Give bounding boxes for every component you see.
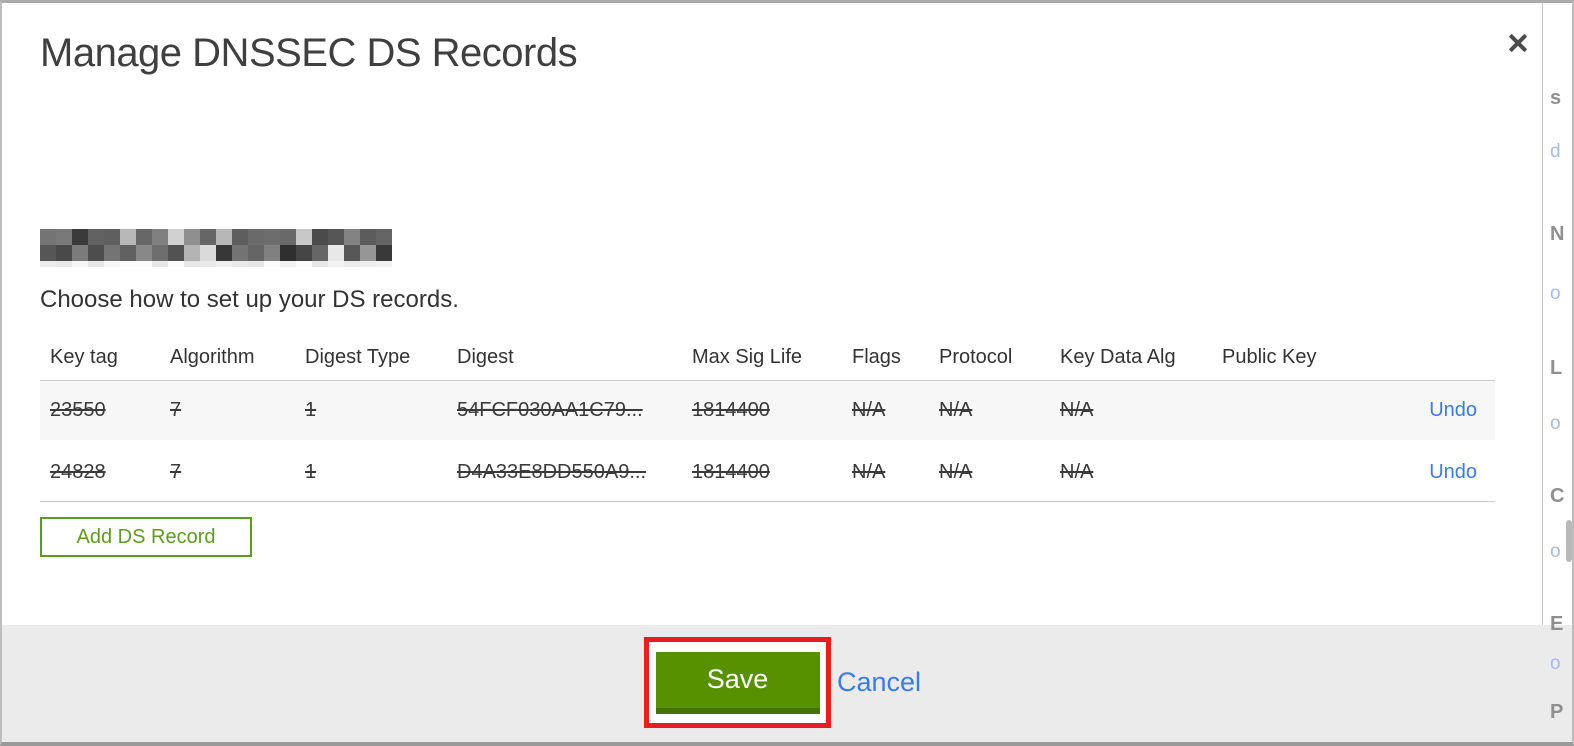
- background-edge-letter: N: [1550, 223, 1565, 245]
- undo-link[interactable]: Undo: [1429, 399, 1477, 421]
- cell-digest-type: 1: [305, 461, 317, 483]
- background-edge-letter: o: [1550, 283, 1561, 304]
- background-edge-letter: L: [1550, 357, 1563, 379]
- cell-algorithm: 7: [170, 399, 182, 421]
- background-page-strip: sdNoLoCoEoP: [1543, 3, 1572, 742]
- col-header-public-key: Public Key: [1222, 345, 1317, 368]
- background-edge-letter: o: [1550, 653, 1561, 674]
- cell-key-tag: 24828: [50, 461, 106, 483]
- col-header-key-tag: Key tag: [50, 345, 118, 368]
- dnssec-modal: Manage DNSSEC DS Records Choose how to s…: [0, 0, 1574, 746]
- redacted-domain-name: [40, 229, 392, 267]
- cell-digest: D4A33E8DD550A9...: [457, 461, 647, 483]
- background-edge-letter: s: [1550, 87, 1562, 109]
- red-highlight-annotation: Save: [644, 637, 831, 728]
- table-row: 23550 7 1 54FCF030AA1C79... 1814400 N/A …: [40, 381, 1495, 440]
- cell-protocol: N/A: [939, 461, 973, 483]
- instruction-text: Choose how to set up your DS records.: [40, 286, 459, 313]
- cell-max-sig-life: 1814400: [692, 461, 770, 483]
- col-header-flags: Flags: [852, 345, 901, 368]
- cell-flags: N/A: [852, 399, 886, 421]
- background-edge-letter: o: [1550, 541, 1561, 562]
- background-edge-letter: P: [1550, 701, 1564, 723]
- page-title: Manage DNSSEC DS Records: [40, 31, 578, 75]
- background-edge-letter: d: [1550, 141, 1561, 162]
- page-scrollbar-thumb[interactable]: [1566, 520, 1572, 562]
- cell-digest: 54FCF030AA1C79...: [457, 399, 643, 421]
- undo-link[interactable]: Undo: [1429, 461, 1477, 483]
- save-button[interactable]: Save: [655, 651, 820, 714]
- cell-key-data-alg: N/A: [1060, 399, 1094, 421]
- cell-max-sig-life: 1814400: [692, 399, 770, 421]
- cancel-link[interactable]: Cancel: [837, 667, 921, 698]
- table-header-row: Key tag Algorithm Digest Type Digest Max…: [40, 335, 1495, 379]
- col-header-protocol: Protocol: [939, 345, 1013, 368]
- cell-protocol: N/A: [939, 399, 973, 421]
- cell-key-tag: 23550: [50, 399, 106, 421]
- cell-digest-type: 1: [305, 399, 317, 421]
- cell-algorithm: 7: [170, 461, 182, 483]
- table-row: 24828 7 1 D4A33E8DD550A9... 1814400 N/A …: [40, 444, 1495, 502]
- background-edge-letter: o: [1550, 413, 1561, 434]
- col-header-key-data-alg: Key Data Alg: [1060, 345, 1176, 368]
- close-icon[interactable]: [1504, 29, 1532, 57]
- col-header-algorithm: Algorithm: [170, 345, 255, 368]
- cell-flags: N/A: [852, 461, 886, 483]
- background-edge-letter: E: [1550, 613, 1564, 635]
- cell-key-data-alg: N/A: [1060, 461, 1094, 483]
- background-edge-letter: C: [1550, 485, 1565, 507]
- col-header-max-sig-life: Max Sig Life: [692, 345, 803, 368]
- col-header-digest-type: Digest Type: [305, 345, 411, 368]
- col-header-digest: Digest: [457, 345, 514, 368]
- add-ds-record-button[interactable]: Add DS Record: [40, 517, 252, 557]
